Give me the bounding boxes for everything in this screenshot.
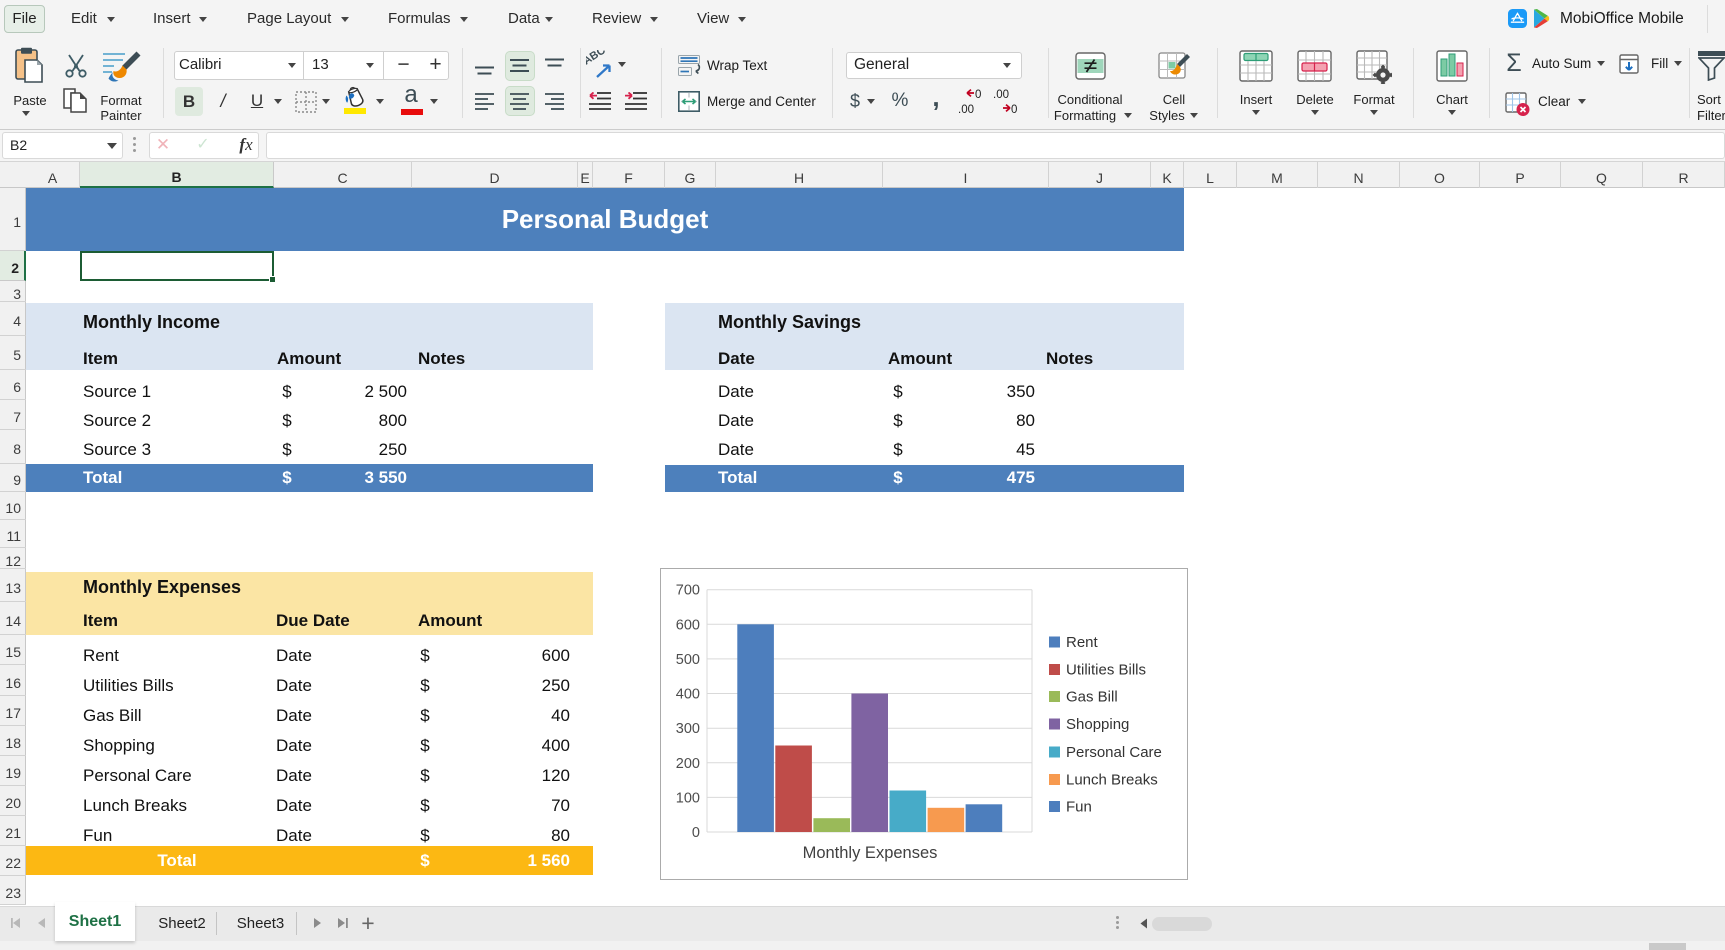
svg-text:300: 300	[676, 721, 700, 737]
svg-text:0: 0	[1011, 104, 1017, 115]
svg-text:500: 500	[676, 652, 700, 668]
svg-text:600: 600	[676, 617, 700, 633]
svg-text:.00: .00	[958, 104, 974, 115]
svg-text:Lunch Breaks: Lunch Breaks	[1066, 772, 1158, 789]
svg-text:Rent: Rent	[1066, 634, 1099, 651]
svg-text:Personal Care: Personal Care	[1066, 744, 1162, 761]
svg-text:Gas Bill: Gas Bill	[1066, 689, 1118, 706]
svg-text:Fun: Fun	[1066, 799, 1092, 816]
svg-text:.00: .00	[993, 89, 1009, 101]
svg-text:Monthly Expenses: Monthly Expenses	[803, 844, 938, 862]
svg-text:0: 0	[692, 825, 700, 841]
svg-text:700: 700	[676, 583, 700, 599]
svg-text:Utilities Bills: Utilities Bills	[1066, 662, 1146, 679]
svg-text:400: 400	[676, 687, 700, 703]
svg-text:100: 100	[676, 790, 700, 806]
svg-text:Shopping: Shopping	[1066, 716, 1129, 733]
svg-text:0: 0	[975, 89, 981, 101]
svg-text:200: 200	[676, 756, 700, 772]
